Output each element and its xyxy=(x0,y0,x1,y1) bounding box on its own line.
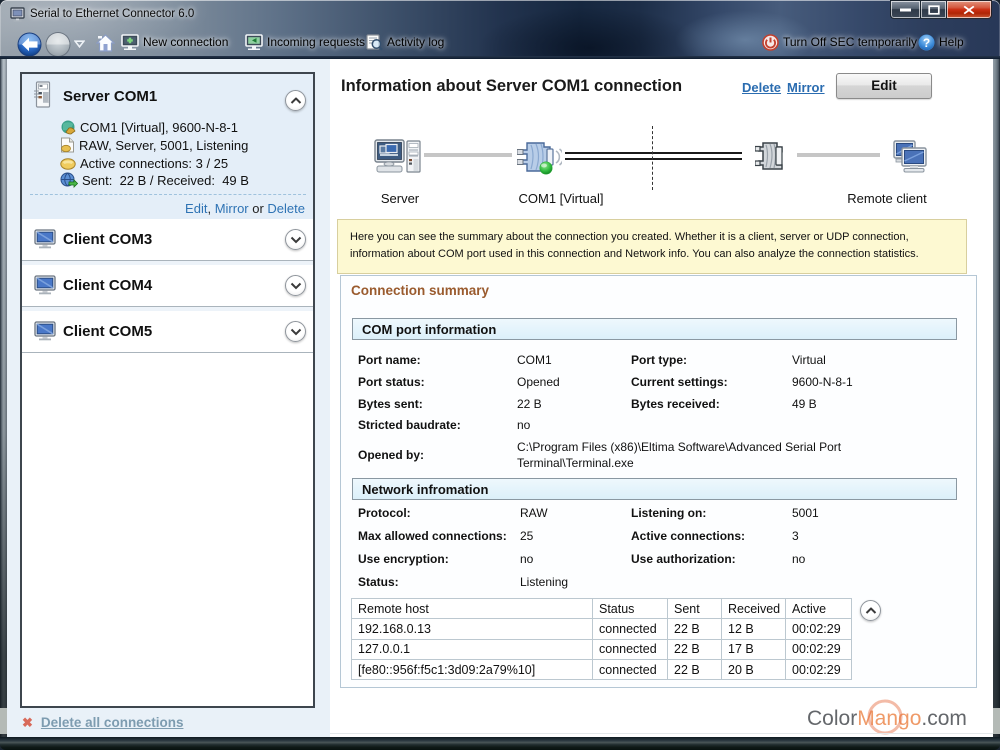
svg-text:?: ? xyxy=(923,36,930,50)
